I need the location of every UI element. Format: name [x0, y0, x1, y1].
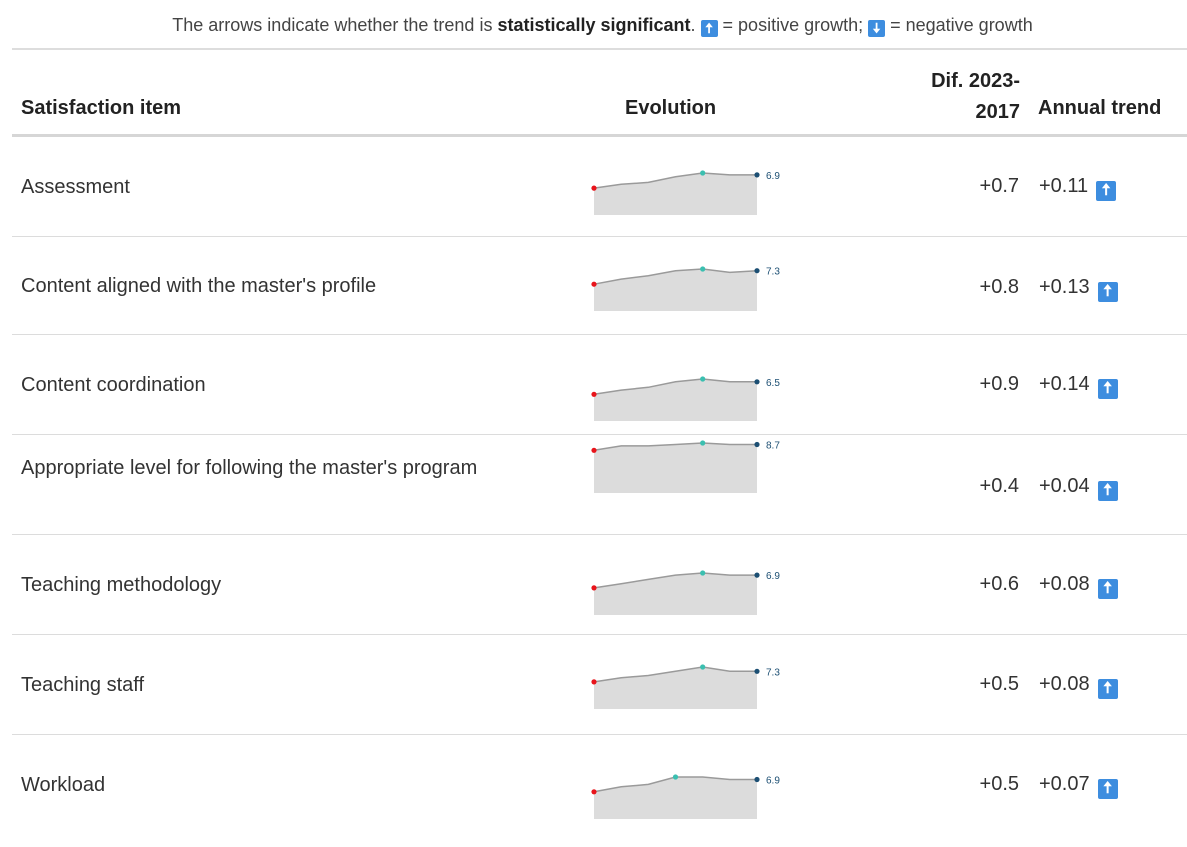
sparkline-max-point	[700, 664, 706, 670]
difference-value: +0.4	[979, 475, 1019, 497]
satisfaction-item-label: Assessment	[21, 176, 130, 198]
legend-up-meaning: = positive growth;	[717, 15, 869, 35]
sparkline-area	[594, 269, 757, 311]
evolution-sparkline: 7.3	[591, 266, 780, 311]
sparkline-max-point	[700, 266, 706, 272]
sparkline-last-point	[754, 572, 760, 578]
sparkline-last-value: 6.9	[766, 571, 780, 582]
arrow-up-icon: 🠅	[700, 20, 718, 37]
sparkline-area	[594, 173, 757, 215]
annual-trend-cell: +0.08 🠅	[1039, 673, 1118, 699]
sparkline-max-point	[700, 570, 706, 576]
table-row: Teaching staff 7.3 +0.5 +0.08 🠅	[12, 635, 1187, 735]
satisfaction-item-label: Content aligned with the master's profil…	[21, 275, 377, 297]
trend-legend-note: The arrows indicate whether the trend is…	[0, 15, 1187, 37]
arrow-up-icon: 🠅	[1096, 181, 1117, 201]
satisfaction-item-label: Appropriate level for following the mast…	[21, 457, 478, 479]
annual-trend-cell: +0.14 🠅	[1039, 373, 1118, 399]
sparkline-first-point	[591, 585, 597, 591]
sparkline-area	[594, 777, 757, 819]
annual-trend-value: +0.13	[1039, 276, 1090, 298]
table-row: Content aligned with the master's profil…	[12, 237, 1187, 335]
difference-value: +0.7	[979, 175, 1019, 197]
satisfaction-item-label: Teaching staff	[21, 674, 145, 696]
table-row: Workload 6.9 +0.5 +0.07 🠅	[12, 735, 1187, 825]
sparkline-max-point	[700, 170, 706, 176]
sparkline-max-point	[700, 440, 706, 446]
evolution-sparkline: 6.9	[591, 570, 780, 615]
header-dif-line1: Dif. 2023-	[931, 70, 1020, 92]
annual-trend-cell: +0.07 🠅	[1039, 773, 1118, 799]
sparkline-first-point	[591, 281, 597, 287]
header-annual-trend: Annual trend	[1038, 97, 1162, 119]
sparkline-max-point	[700, 376, 706, 382]
table-row: Teaching methodology 6.9 +0.6 +0.08 🠅	[12, 535, 1187, 635]
difference-value: +0.5	[979, 773, 1019, 795]
annual-trend-cell: +0.11 🠅	[1039, 175, 1117, 201]
annual-trend-cell: +0.04 🠅	[1039, 475, 1118, 501]
arrow-up-icon: 🠅	[1097, 579, 1118, 599]
annual-trend-cell: +0.08 🠅	[1039, 573, 1118, 599]
sparkline-last-point	[754, 441, 760, 448]
satisfaction-item-label: Teaching methodology	[21, 574, 222, 596]
sparkline-first-point	[591, 391, 597, 397]
sparkline-first-point	[591, 185, 597, 191]
sparkline-area	[594, 667, 757, 709]
evolution-sparkline: 7.3	[591, 664, 780, 709]
annual-trend-value: +0.14	[1039, 373, 1090, 395]
satisfaction-item-label: Content coordination	[21, 374, 206, 396]
arrow-up-icon: 🠅	[1097, 282, 1118, 302]
sparkline-last-point	[754, 668, 760, 674]
annual-trend-value: +0.08	[1039, 673, 1090, 695]
results-table-view: The arrows indicate whether the trend is…	[0, 0, 1187, 825]
sparkline-last-value: 7.3	[766, 267, 780, 278]
table-top-border	[12, 48, 1187, 50]
legend-prefix: The arrows indicate whether the trend is	[172, 15, 498, 35]
arrow-up-icon: 🠅	[1097, 481, 1118, 501]
annual-trend-value: +0.07	[1039, 773, 1090, 795]
sparkline-last-point	[754, 268, 760, 274]
difference-value: +0.8	[979, 276, 1019, 298]
header-evolution: Evolution	[625, 97, 717, 119]
evolution-sparkline: 6.9	[591, 170, 780, 215]
arrow-up-icon: 🠅	[1097, 379, 1118, 399]
sparkline-last-value: 8.7	[766, 441, 780, 452]
sparkline-area	[594, 573, 757, 615]
sparkline-last-value: 7.3	[766, 667, 780, 678]
annual-trend-cell: +0.13 🠅	[1039, 276, 1118, 302]
sparkline-last-point	[754, 379, 760, 385]
legend-after-bold: .	[690, 15, 701, 35]
header-satisfaction-item: Satisfaction item	[21, 97, 182, 119]
table-row: Appropriate level for following the mast…	[12, 435, 1187, 535]
difference-value: +0.9	[979, 373, 1019, 395]
arrow-up-icon: 🠅	[1097, 679, 1118, 699]
difference-value: +0.6	[979, 573, 1019, 595]
difference-value: +0.5	[979, 673, 1019, 695]
sparkline-area	[594, 443, 757, 493]
sparkline-last-point	[754, 172, 760, 178]
legend-down-meaning: = negative growth	[885, 15, 1033, 35]
sparkline-first-point	[591, 679, 597, 685]
header-dif-line2: 2017	[975, 101, 1021, 123]
sparkline-last-point	[754, 776, 760, 783]
table-row: Content coordination 6.5 +0.9 +0.14 🠅	[12, 335, 1187, 435]
annual-trend-value: +0.04	[1039, 475, 1090, 497]
sparkline-area	[594, 379, 757, 421]
annual-trend-value: +0.08	[1039, 573, 1090, 595]
table-row: Assessment 6.9 +0.7 +0.11 🠅	[12, 137, 1187, 237]
arrow-up-icon: 🠅	[1097, 779, 1118, 799]
arrow-down-icon: 🠇	[868, 20, 886, 37]
sparkline-last-value: 6.5	[766, 378, 780, 389]
evolution-sparkline: 6.9	[591, 774, 780, 819]
sparkline-first-point	[591, 447, 597, 453]
legend-bold-term: statistically significant	[497, 15, 691, 35]
satisfaction-item-label: Workload	[21, 774, 106, 796]
annual-trend-value: +0.11	[1039, 175, 1089, 197]
sparkline-last-value: 6.9	[766, 171, 780, 182]
evolution-sparkline: 8.7	[591, 440, 780, 493]
header-difference: Dif. 2023- 2017	[912, 66, 1020, 128]
sparkline-first-point	[591, 789, 597, 795]
sparkline-max-point	[672, 774, 679, 780]
sparkline-last-value: 6.9	[766, 776, 780, 787]
